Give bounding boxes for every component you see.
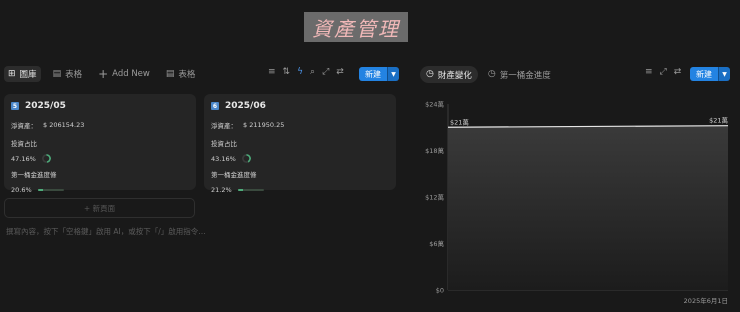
- card-title: 2025/05: [25, 101, 66, 111]
- table-icon: ▤: [52, 68, 62, 79]
- tab-table-2-label: 表格: [178, 70, 196, 80]
- invest-ratio-value: 47.16%: [11, 154, 36, 163]
- net-asset-label: 淨資產：: [211, 122, 237, 130]
- new-button-label[interactable]: 新建: [359, 67, 387, 81]
- search-icon[interactable]: ⌕: [310, 68, 315, 77]
- tab-asset-change[interactable]: ◷ 財產變化: [420, 66, 478, 83]
- card-badge: 6: [211, 102, 219, 110]
- tab-table-2[interactable]: ▤ 表格: [162, 66, 200, 82]
- chart-view-tabs: ◷ 財產變化 ◷ 第一桶金進度: [420, 66, 555, 83]
- lightning-icon[interactable]: ϟ: [297, 68, 303, 77]
- sort-icon[interactable]: ⇅: [283, 68, 291, 77]
- tab-gallery-label: 圖庫: [19, 70, 37, 80]
- view-tabs: ⊞ 圖庫 ▤ 表格 + Add New ▤ 表格: [4, 66, 199, 82]
- tab-first-goal[interactable]: ◷ 第一桶金進度: [484, 67, 555, 83]
- tab-add-new-label: Add New: [112, 69, 150, 79]
- data-label-start: $21萬: [450, 117, 469, 126]
- x-tick-label: 2025年6月1日: [684, 296, 728, 305]
- chevron-down-icon[interactable]: ▼: [387, 67, 399, 81]
- filter-icon[interactable]: ≡: [268, 68, 276, 77]
- gallery-card[interactable]: 5 2025/05 淨資產： $ 206154.23 投資占比 47.16% 第…: [4, 94, 196, 194]
- y-tick-label: $6萬: [429, 239, 444, 248]
- data-label-end: $21萬: [709, 116, 728, 125]
- expand-icon[interactable]: ⤢: [660, 68, 667, 77]
- tab-first-goal-label: 第一桶金進度: [499, 70, 551, 81]
- invest-ratio-label: 投資占比: [211, 140, 237, 148]
- right-toolbar-actions: ≡ ⤢ ⇄: [645, 68, 681, 77]
- clock-icon: ◷: [426, 69, 434, 79]
- y-tick-label: $12萬: [425, 193, 444, 202]
- plus-icon: +: [98, 67, 109, 81]
- tab-asset-change-label: 財產變化: [437, 70, 472, 81]
- net-asset-label: 淨資產：: [11, 122, 37, 130]
- settings-icon[interactable]: ⇄: [674, 68, 682, 77]
- goal-progress-value: 20.6%: [11, 186, 32, 194]
- progress-bar: [37, 189, 64, 191]
- card-badge: 5: [11, 102, 19, 110]
- y-tick-label: $24萬: [425, 100, 444, 109]
- grid-icon: ⊞: [8, 68, 16, 79]
- net-asset-value: $ 211950.25: [243, 121, 285, 129]
- asset-area-chart: $0 $6萬 $12萬 $18萬 $24萬 $21萬 $21萬 2025年6月1日: [425, 100, 728, 306]
- clock-icon: ◷: [487, 69, 496, 79]
- invest-ratio-value: 43.16%: [211, 154, 236, 163]
- editor-placeholder[interactable]: 撰寫內容，按下「空格鍵」啟用 AI，或按下「/」啟用指令…: [6, 226, 206, 237]
- y-tick-label: $18萬: [425, 146, 444, 155]
- tab-table-label: 表格: [65, 70, 83, 80]
- chart-new-button-label[interactable]: 新建: [690, 67, 718, 81]
- filter-icon[interactable]: ≡: [645, 68, 653, 77]
- expand-icon[interactable]: ⤢: [322, 68, 329, 77]
- tab-add-new[interactable]: + Add New: [94, 66, 154, 82]
- progress-ring: [41, 154, 51, 163]
- progress-ring: [241, 154, 251, 163]
- chart-new-button[interactable]: 新建 ▼: [690, 67, 730, 81]
- goal-progress-label: 第一桶金進度條: [11, 171, 57, 179]
- tab-gallery[interactable]: ⊞ 圖庫: [4, 66, 41, 82]
- new-page-button[interactable]: + 新頁面: [4, 198, 195, 218]
- y-tick-label: $0: [436, 287, 444, 295]
- invest-ratio-label: 投資占比: [11, 140, 37, 148]
- goal-progress-value: 21.2%: [211, 186, 232, 194]
- progress-bar: [237, 189, 264, 191]
- card-title: 2025/06: [225, 101, 266, 111]
- new-button[interactable]: 新建 ▼: [359, 67, 399, 81]
- tab-table[interactable]: ▤ 表格: [49, 66, 87, 82]
- series-area: [448, 125, 728, 290]
- chevron-down-icon[interactable]: ▼: [718, 67, 730, 81]
- gallery-card[interactable]: 6 2025/06 淨資產： $ 211950.25 投資占比 43.16% 第…: [204, 94, 396, 194]
- goal-progress-label: 第一桶金進度條: [211, 171, 257, 179]
- left-toolbar-actions: ≡ ⇅ ϟ ⌕ ⤢ ⇄: [268, 68, 344, 77]
- table-icon: ▤: [165, 68, 175, 79]
- settings-icon[interactable]: ⇄: [336, 68, 344, 77]
- net-asset-value: $ 206154.23: [43, 121, 85, 129]
- page-title: 資產管理: [304, 12, 408, 42]
